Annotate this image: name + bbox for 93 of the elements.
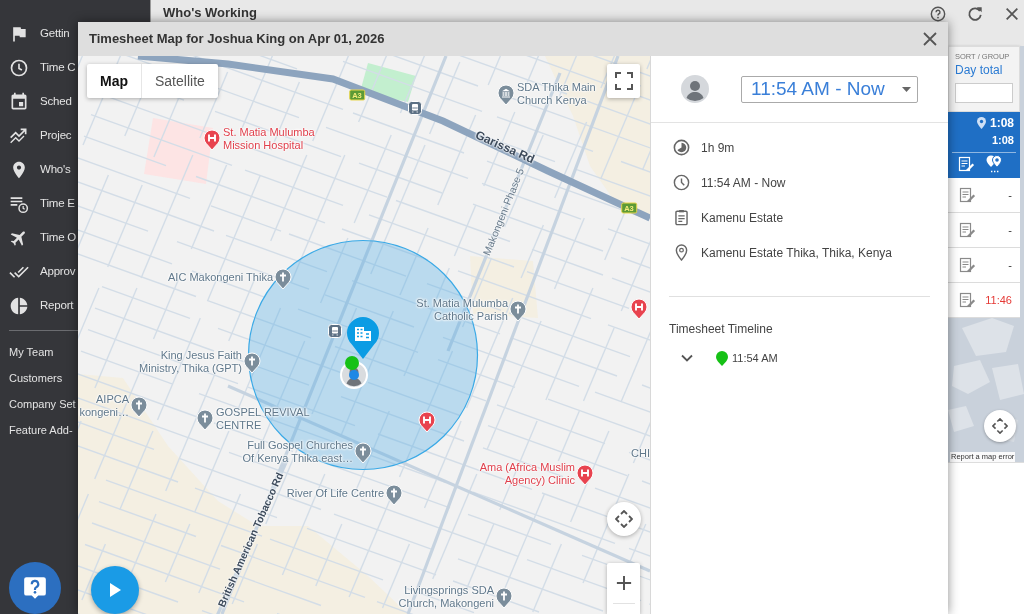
nav-item[interactable]: Time C <box>9 51 76 85</box>
hospital-pin-icon[interactable] <box>418 411 436 433</box>
hospital-pin-icon[interactable] <box>203 129 221 151</box>
cross-pin-icon[interactable] <box>509 300 527 322</box>
timeline-title: Timesheet Timeline <box>669 321 773 337</box>
columns-pin-icon[interactable] <box>497 84 515 106</box>
place-label: St. Matia Mulumba Mission Hospital <box>223 125 316 151</box>
window-title: Who's Working <box>163 5 257 21</box>
filter-field[interactable] <box>955 83 1013 103</box>
cross-pin-icon[interactable] <box>274 268 292 290</box>
close-icon[interactable] <box>923 32 937 46</box>
chevron-down-icon[interactable] <box>681 354 693 362</box>
timer-icon <box>672 138 691 157</box>
detail-text: 1h 9m <box>701 139 735 157</box>
play-icon <box>108 582 122 598</box>
cross-pin-icon[interactable] <box>130 396 148 418</box>
sidebar-link[interactable]: Customers <box>9 365 63 391</box>
help-icon[interactable] <box>930 6 946 22</box>
place-label: GOSPEL REVIVAL CENTRE <box>216 405 311 431</box>
edit-note-icon[interactable] <box>959 221 976 239</box>
time-value: 11:46 <box>985 293 1012 307</box>
nav-item[interactable]: Gettin <box>9 17 70 51</box>
sort-value[interactable]: Day total <box>955 63 1019 77</box>
nav-item[interactable]: Report <box>9 289 74 323</box>
time-range-dropdown[interactable]: 11:54 AM - Now <box>741 75 918 103</box>
detail-text: Kamenu Estate <box>701 209 784 227</box>
place-label: Ama (Africa Muslim Agency) Clinic <box>478 460 575 486</box>
calendar-icon <box>9 92 29 112</box>
sidebar-link[interactable]: My Team <box>9 339 54 365</box>
timesheet-row[interactable]: 11:46 <box>948 283 1020 318</box>
cross-pin-icon[interactable] <box>385 484 403 506</box>
bus-stop-icon[interactable] <box>408 101 422 115</box>
detail-text: 11:54 AM - Now <box>701 174 786 192</box>
detail-text: Kamenu Estate Thika, Thika, Kenya <box>701 244 892 262</box>
place-label: AIPCA kongeni… <box>79 392 129 418</box>
edit-note-icon[interactable] <box>959 291 976 309</box>
nav-item[interactable]: Approv <box>9 255 76 289</box>
trend-chart-icon <box>9 126 29 146</box>
time-value: - <box>1008 188 1012 202</box>
refresh-icon[interactable] <box>967 6 983 22</box>
expand-arrows-icon <box>615 510 633 528</box>
hospital-pin-icon[interactable] <box>576 464 594 486</box>
location-dot-icon <box>349 370 359 380</box>
fullscreen-icon <box>614 72 633 90</box>
location-pin-icon <box>976 117 986 129</box>
summary-row[interactable]: 1:08 1:08 <box>948 112 1020 178</box>
clipboard-icon <box>672 208 691 227</box>
close-icon[interactable] <box>1004 6 1020 22</box>
place-label: Livingsprings SDA Church, Makongeni <box>398 583 494 609</box>
hospital-pin-icon[interactable] <box>630 298 648 320</box>
place-label: SDA Thika Main Church Kenya <box>517 80 597 106</box>
cross-pin-icon[interactable] <box>196 409 214 431</box>
sidebar-link[interactable]: Company Set <box>9 391 76 417</box>
list-clock-icon <box>9 194 29 214</box>
place-label: King Jesus Faith Ministry, Thika (GPT) <box>138 348 242 374</box>
nav-item[interactable]: Sched <box>9 85 72 119</box>
cross-pin-icon[interactable] <box>354 442 372 464</box>
timesheet-row[interactable]: - <box>948 248 1020 283</box>
pie-chart-icon <box>9 296 29 316</box>
expand-arrows-icon <box>992 418 1008 434</box>
time-value: - <box>1008 223 1012 237</box>
map-type-tab[interactable]: Map <box>87 64 141 98</box>
map-pins-icon[interactable] <box>984 154 1004 174</box>
edit-note-icon[interactable] <box>959 186 976 204</box>
help-icon <box>22 575 48 601</box>
timesheet-row[interactable]: - <box>948 178 1020 213</box>
building-pin-icon[interactable] <box>345 316 381 360</box>
timeline-time: 11:54 AM <box>732 350 778 366</box>
time-value: 1:08 <box>991 134 1014 147</box>
edit-note-icon[interactable] <box>959 256 976 274</box>
place-label: AIC Makongeni Thika <box>168 270 273 284</box>
timesheet-row[interactable]: - <box>948 213 1020 248</box>
clock-icon <box>9 58 29 78</box>
plus-icon <box>615 575 632 591</box>
nav-item[interactable]: Time O <box>9 221 77 255</box>
nav-item[interactable]: Who's <box>9 153 71 187</box>
sidebar-link[interactable]: Feature Add- <box>9 417 73 443</box>
fullscreen-button[interactable] <box>607 64 640 98</box>
clock-icon <box>672 173 691 192</box>
time-value: - <box>1008 258 1012 272</box>
avatar-icon <box>681 75 709 103</box>
place-label: CHI <box>631 446 650 460</box>
edit-note-icon[interactable] <box>958 155 975 173</box>
nav-item[interactable]: Time E <box>9 187 75 221</box>
total-time: 1:08 <box>989 116 1014 130</box>
cross-pin-icon[interactable] <box>243 352 261 374</box>
caret-icon <box>902 86 911 92</box>
dialog-title: Timesheet Map for Joshua King on Apr 01, 2026 <box>89 30 385 49</box>
cross-pin-icon[interactable] <box>495 587 513 609</box>
nav-item[interactable]: Projec <box>9 119 72 153</box>
place-label: River Of Life Centre <box>286 486 384 500</box>
map-type-tab[interactable]: Satellite <box>141 64 218 98</box>
bus-stop-icon[interactable] <box>328 324 342 338</box>
